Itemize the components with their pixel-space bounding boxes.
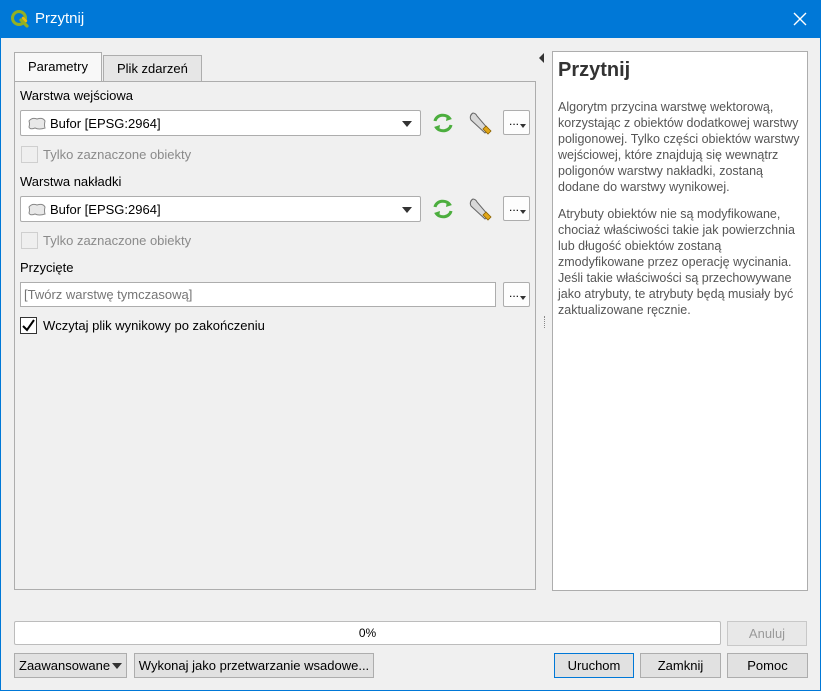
- help-paragraph: Atrybuty obiektów nie są modyfikowane, c…: [558, 207, 795, 317]
- window-title: Przytnij: [35, 10, 85, 27]
- overlay-selected-only-checkbox[interactable]: [21, 232, 38, 249]
- chevron-down-icon: [112, 663, 122, 669]
- checkmark-icon: [22, 319, 35, 332]
- help-paragraph: Algorytm przycina warstwę wektorową, kor…: [558, 100, 800, 194]
- input-selected-only-checkbox[interactable]: [21, 146, 38, 163]
- output-field[interactable]: [20, 282, 496, 307]
- input-layer-options-button[interactable]: ...: [503, 110, 530, 135]
- input-layer-combo[interactable]: Bufor [EPSG:2964]: [20, 110, 421, 136]
- batch-process-button[interactable]: Wykonaj jako przetwarzanie wsadowe...: [134, 653, 374, 678]
- overlay-layer-value: Bufor [EPSG:2964]: [50, 202, 161, 217]
- overlay-layer-combo[interactable]: Bufor [EPSG:2964]: [20, 196, 421, 222]
- dots-label: ...: [509, 200, 520, 214]
- polygon-layer-icon: [28, 117, 46, 130]
- output-options-button[interactable]: ...: [503, 282, 530, 307]
- help-panel: Przytnij Algorytm przycina warstwę wekto…: [552, 51, 808, 591]
- load-result-checkbox[interactable]: [20, 317, 37, 334]
- input-layer-value: Bufor [EPSG:2964]: [50, 116, 161, 131]
- close-icon[interactable]: [785, 4, 815, 34]
- iterate-icon[interactable]: [430, 110, 456, 136]
- load-result-label: Wczytaj plik wynikowy po zakończeniu: [43, 318, 265, 333]
- advanced-button[interactable]: Zaawansowane: [14, 653, 127, 678]
- help-title: Przytnij: [558, 59, 631, 81]
- overlay-layer-label: Warstwa nakładki: [20, 174, 122, 189]
- output-label: Przycięte: [20, 260, 74, 275]
- dots-label: ...: [509, 286, 520, 300]
- cancel-button[interactable]: Anuluj: [727, 621, 807, 646]
- overlay-selected-only-label: Tylko zaznaczone obiekty: [43, 233, 192, 248]
- title-bar: Przytnij: [0, 0, 821, 38]
- small-chevron-down-icon: [520, 296, 526, 300]
- progress-text: 0%: [358, 626, 377, 640]
- chevron-down-icon: [402, 121, 412, 127]
- input-selected-only-label: Tylko zaznaczone obiekty: [43, 147, 192, 162]
- run-button[interactable]: Uruchom: [554, 653, 634, 678]
- chevron-down-icon: [402, 207, 412, 213]
- close-button[interactable]: Zamknij: [640, 653, 721, 678]
- wrench-icon[interactable]: [467, 196, 493, 222]
- polygon-layer-icon: [28, 203, 46, 216]
- advanced-label: Zaawansowane: [19, 658, 111, 673]
- small-chevron-down-icon: [520, 124, 526, 128]
- help-button[interactable]: Pomoc: [727, 653, 808, 678]
- iterate-icon[interactable]: [430, 196, 456, 222]
- collapse-arrow-icon[interactable]: [539, 53, 544, 63]
- wrench-icon[interactable]: [467, 110, 493, 136]
- progress-bar: 0%: [14, 621, 721, 645]
- qgis-icon: [11, 10, 29, 28]
- small-chevron-down-icon: [520, 210, 526, 214]
- splitter-handle[interactable]: [544, 316, 546, 328]
- overlay-layer-options-button[interactable]: ...: [503, 196, 530, 221]
- tab-parametry[interactable]: Parametry: [14, 52, 102, 81]
- input-layer-label: Warstwa wejściowa: [20, 88, 133, 103]
- tab-plik-zdarzen[interactable]: Plik zdarzeń: [103, 55, 202, 81]
- dots-label: ...: [509, 114, 520, 128]
